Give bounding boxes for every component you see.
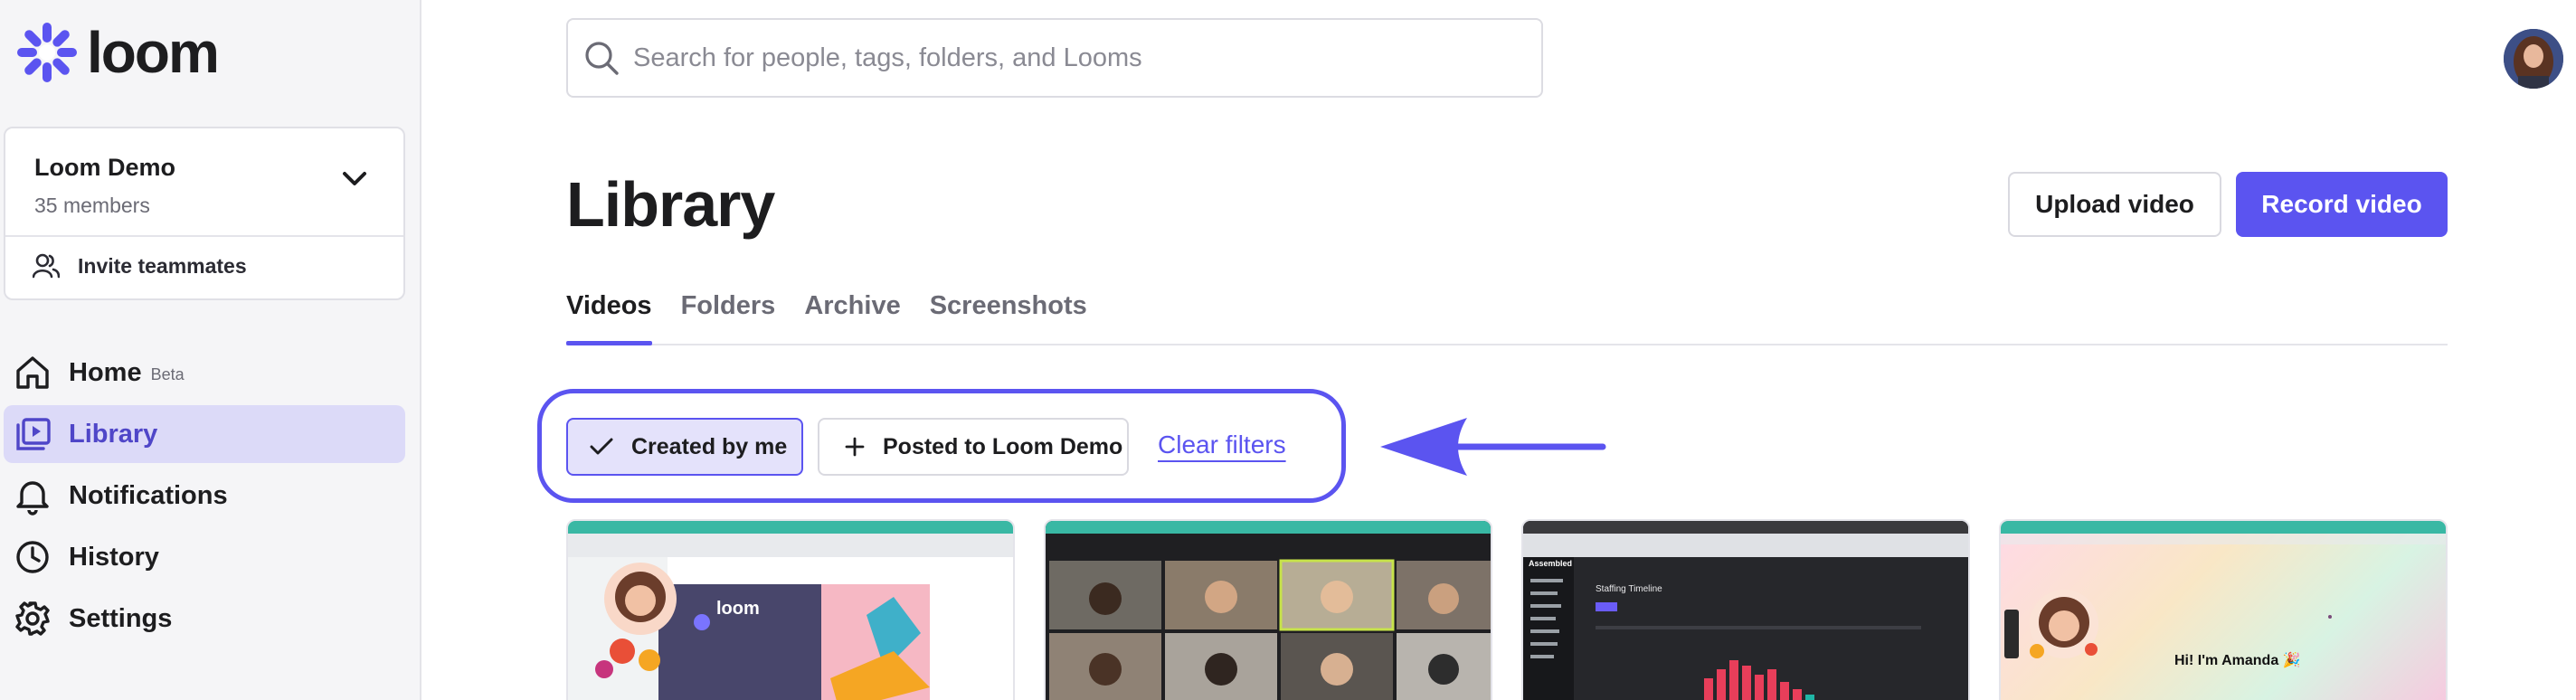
sidebar-item-home[interactable]: Home Beta <box>4 344 405 402</box>
video-thumbnail <box>1046 534 1491 700</box>
workspace-switcher[interactable]: Loom Demo 35 members Invite teammates <box>4 127 405 300</box>
search-icon <box>585 42 619 75</box>
tab-screenshots[interactable]: Screenshots <box>930 288 1087 344</box>
window-titlebar <box>2001 521 2446 534</box>
users-icon <box>33 253 60 279</box>
arrow-left-annotation-icon <box>1380 418 1606 476</box>
sidebar: loom Loom Demo 35 members Invite teammat… <box>0 0 421 700</box>
video-card[interactable]: Assembled Staffing Timeline <box>1521 519 1970 700</box>
invite-teammates-button[interactable]: Invite teammates <box>33 253 247 279</box>
video-thumbnail <box>1523 534 1968 700</box>
sidebar-nav: Home Beta Library Notifications History <box>4 344 405 651</box>
page-title: Library <box>566 169 775 240</box>
video-thumbnail <box>2001 534 2446 658</box>
user-photo <box>2504 29 2563 89</box>
sidebar-item-history[interactable]: History <box>4 528 405 586</box>
library-icon <box>16 418 51 450</box>
sidebar-item-label: Home <box>69 357 142 387</box>
library-tabs: Videos Folders Archive Screenshots <box>566 288 2448 345</box>
sidebar-item-label: History <box>69 542 159 572</box>
window-titlebar <box>1046 521 1491 534</box>
loom-logo[interactable]: loom <box>16 20 220 85</box>
upload-video-button[interactable]: Upload video <box>2008 172 2221 237</box>
thumbnail-logo-text: loom <box>716 599 760 619</box>
sidebar-item-label: Library <box>69 419 158 449</box>
gear-icon <box>15 601 50 636</box>
video-card[interactable] <box>1044 519 1492 700</box>
video-card[interactable]: Hi! I'm Amanda 🎉 <box>1999 519 2448 700</box>
clock-icon <box>16 541 49 573</box>
thumbnail-greeting-text: Hi! I'm Amanda 🎉 <box>2174 653 2301 668</box>
filter-created-by-me-label: Created by me <box>631 433 788 459</box>
logo-text: loom <box>87 20 220 85</box>
sidebar-item-library[interactable]: Library <box>4 405 405 463</box>
filter-created-by-me[interactable]: Created by me <box>566 418 803 476</box>
filter-posted-to-label: Posted to Loom Demo <box>883 433 1123 459</box>
bell-icon <box>16 481 49 516</box>
clear-filters-link[interactable]: Clear filters <box>1158 430 1286 459</box>
tab-videos[interactable]: Videos <box>566 288 652 345</box>
beta-badge: Beta <box>150 364 185 383</box>
user-avatar[interactable] <box>2504 29 2563 89</box>
sidebar-item-notifications[interactable]: Notifications <box>4 467 405 525</box>
workspace-member-count: 35 members <box>34 194 150 217</box>
tab-archive[interactable]: Archive <box>804 288 900 344</box>
sidebar-item-settings[interactable]: Settings <box>4 590 405 648</box>
tab-folders[interactable]: Folders <box>681 288 776 344</box>
sidebar-item-label: Notifications <box>69 480 228 510</box>
sidebar-item-label: Settings <box>69 603 173 633</box>
check-icon <box>590 438 613 455</box>
search-bar[interactable] <box>566 18 1543 98</box>
video-card[interactable]: loom <box>566 519 1015 700</box>
workspace-divider <box>5 235 403 237</box>
invite-teammates-label: Invite teammates <box>78 253 247 278</box>
chevron-down-icon[interactable] <box>342 170 367 188</box>
record-video-button[interactable]: Record video <box>2236 172 2448 237</box>
window-titlebar <box>1523 521 1968 534</box>
workspace-name: Loom Demo <box>34 154 176 181</box>
home-icon <box>16 356 49 389</box>
search-input[interactable] <box>633 43 1520 73</box>
video-thumbnail <box>568 534 1013 700</box>
loom-burst-icon <box>17 23 77 82</box>
filter-posted-to-workspace[interactable]: Posted to Loom Demo <box>818 418 1129 476</box>
window-titlebar <box>568 521 1013 534</box>
thumbnail-brand-text: Assembled <box>1529 559 1573 568</box>
thumbnail-heading-text: Staffing Timeline <box>1596 584 1662 594</box>
plus-icon <box>845 437 865 457</box>
